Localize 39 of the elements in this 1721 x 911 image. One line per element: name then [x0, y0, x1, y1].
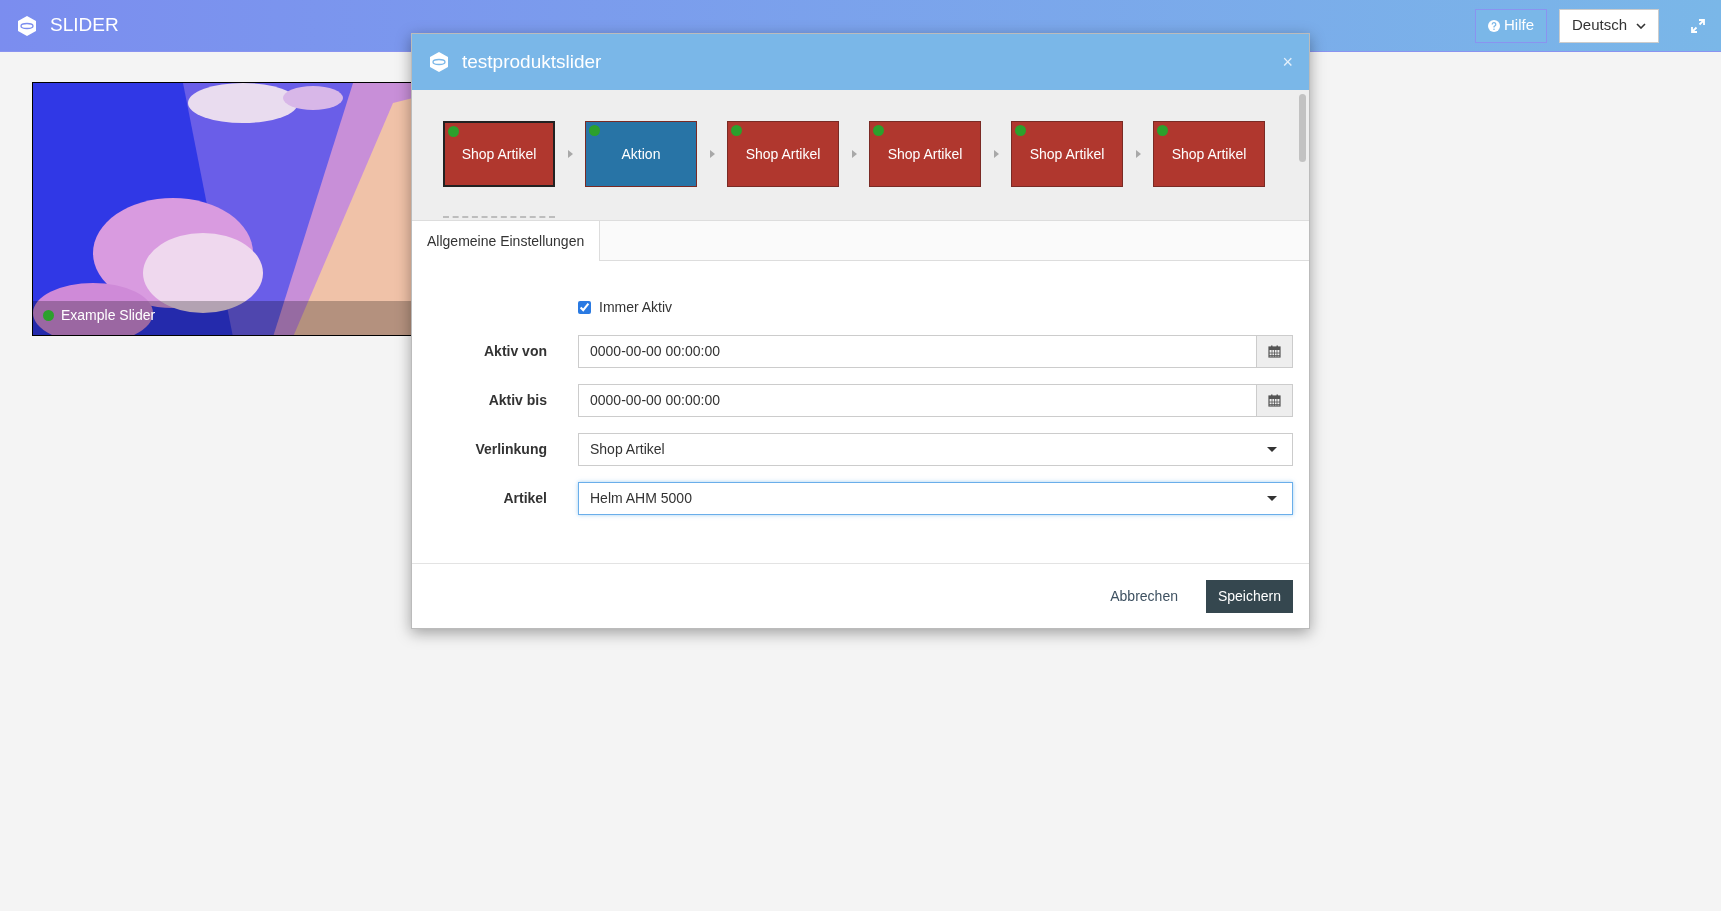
slide-tile[interactable]: Shop Artikel — [727, 121, 839, 187]
slide-tile[interactable]: Shop Artikel — [1011, 121, 1123, 187]
calendar-button[interactable] — [1256, 385, 1292, 416]
slide-tile[interactable]: Aktion — [585, 121, 697, 187]
app-title: SLIDER — [50, 13, 119, 38]
checkbox[interactable] — [578, 301, 591, 314]
field-label: Aktiv von — [483, 342, 547, 361]
calendar-icon — [1268, 345, 1281, 358]
slide-tile[interactable]: Shop Artikel — [869, 121, 981, 187]
slide-tile[interactable]: Shop Artikel — [443, 121, 555, 187]
select-field[interactable]: Shop Artikel — [578, 433, 1293, 466]
arrow-icon — [709, 150, 715, 158]
help-icon — [1488, 19, 1500, 32]
date-field[interactable]: 0000-00-00 00:00:00 — [578, 384, 1293, 417]
cancel-button[interactable]: Abbrechen — [1102, 579, 1186, 613]
dialog-title: testproduktslider — [462, 49, 602, 74]
chevron-icon — [1636, 22, 1646, 29]
arrow-icon — [567, 150, 573, 158]
arrow-icon — [851, 150, 857, 158]
arrow-icon — [993, 150, 999, 158]
field-label: Aktiv bis — [487, 391, 547, 410]
language-select[interactable]: Deutsch — [1559, 8, 1659, 43]
logo-icon — [428, 51, 450, 73]
select-field[interactable]: Helm AHM 5000 — [578, 482, 1293, 515]
scrollbar[interactable] — [1299, 94, 1306, 162]
date-field[interactable]: 0000-00-00 00:00:00 — [578, 335, 1293, 368]
slide-tile[interactable]: Shop Artikel — [1153, 121, 1265, 187]
arrow-icon — [1135, 150, 1141, 158]
expand-icon[interactable] — [1691, 18, 1705, 33]
calendar-button[interactable] — [1256, 336, 1292, 367]
calendar-icon — [1268, 394, 1281, 407]
field-label: Verlinkung — [474, 440, 547, 459]
checkbox-label: Immer Aktiv — [599, 298, 673, 317]
tab[interactable]: Allgemeine Einstellungen — [412, 221, 601, 261]
logo-icon — [16, 14, 38, 37]
save-button[interactable]: Speichern — [1205, 579, 1293, 613]
field-label: Artikel — [502, 489, 547, 508]
caret-icon — [1267, 447, 1277, 452]
caret-icon — [1267, 496, 1277, 501]
